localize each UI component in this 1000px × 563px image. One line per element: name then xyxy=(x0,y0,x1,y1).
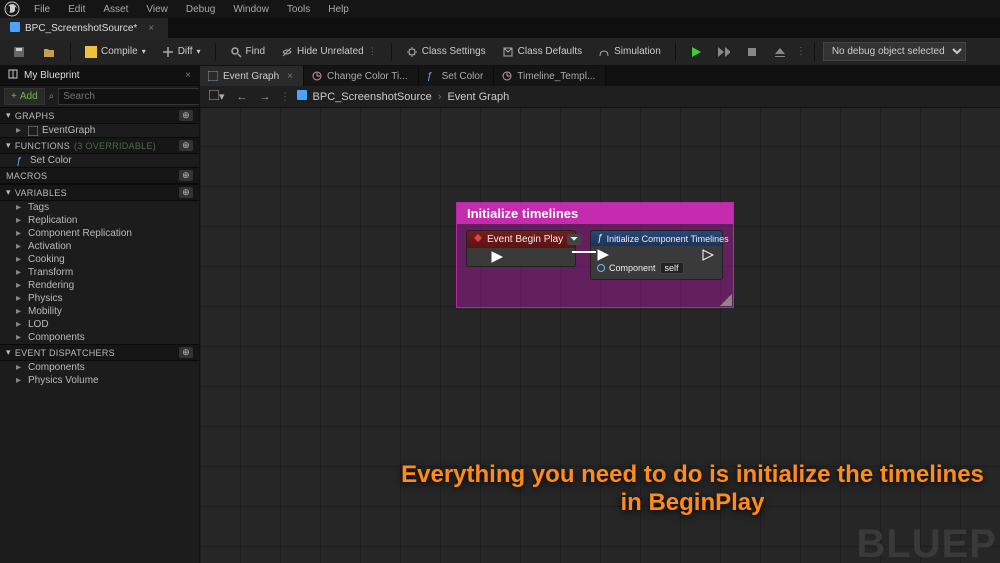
hide-unrelated-button[interactable]: Hide Unrelated ⋮ xyxy=(275,44,383,60)
menu-file[interactable]: File xyxy=(26,4,58,15)
comment-title[interactable]: Initialize timelines xyxy=(457,203,733,224)
nav-dropdown-icon[interactable]: ▾ xyxy=(206,90,228,103)
overlay-caption: Everything you need to do is initialize … xyxy=(395,461,990,517)
sidebar-item[interactable]: ▸LOD xyxy=(0,318,199,331)
save-button[interactable] xyxy=(6,43,32,61)
node-init-timelines[interactable]: ƒ Initialize Component Timelines Compone… xyxy=(590,230,723,280)
object-pin[interactable] xyxy=(597,264,605,272)
section-macros[interactable]: MACROS⊕ xyxy=(0,167,199,184)
exec-out-pin[interactable] xyxy=(702,249,712,259)
watermark: BLUEP xyxy=(856,522,997,563)
class-settings-button[interactable]: Class Settings xyxy=(400,44,492,60)
search-icon: ⌕ xyxy=(49,91,55,102)
menu-asset[interactable]: Asset xyxy=(95,4,136,15)
exec-out-pin[interactable] xyxy=(491,251,501,261)
node-title: Initialize Component Timelines xyxy=(607,234,729,244)
sidebar-item[interactable]: ƒSet Color xyxy=(0,154,199,167)
sidebar-item[interactable]: ▸Cooking xyxy=(0,253,199,266)
section-variables[interactable]: ▾VARIABLES⊕ xyxy=(0,184,199,201)
menu-edit[interactable]: Edit xyxy=(60,4,93,15)
canvas-tab-set-color[interactable]: ƒ Set Color xyxy=(419,66,495,86)
class-defaults-button[interactable]: Class Defaults xyxy=(496,44,588,60)
sidebar-item[interactable]: ▸Mobility xyxy=(0,305,199,318)
unreal-logo-icon xyxy=(4,1,20,17)
canvas-tab-timeline-templ[interactable]: Timeline_Templ... xyxy=(494,66,606,86)
sidebar-item[interactable]: ▸Activation xyxy=(0,240,199,253)
sidebar-title: My Blueprint xyxy=(24,70,80,81)
function-icon: ƒ xyxy=(597,233,603,244)
browse-button[interactable] xyxy=(36,43,62,61)
add-macro-icon[interactable]: ⊕ xyxy=(179,170,193,181)
exec-in-pin[interactable] xyxy=(597,249,607,259)
menu-bar: File Edit Asset View Debug Window Tools … xyxy=(0,0,1000,18)
menu-tools[interactable]: Tools xyxy=(279,4,318,15)
window-tab-title: BPC_ScreenshotSource* xyxy=(25,23,137,34)
menu-window[interactable]: Window xyxy=(225,4,277,15)
sidebar-item[interactable]: ▸Components xyxy=(0,331,199,344)
sidebar-item[interactable]: ▸Components xyxy=(0,361,199,374)
sidebar-item[interactable]: ▸Transform xyxy=(0,266,199,279)
canvas-tab-event-graph[interactable]: Event Graph × xyxy=(200,66,304,86)
sidebar-item[interactable]: ▸Component Replication xyxy=(0,227,199,240)
add-button[interactable]: +Add xyxy=(4,88,45,105)
blueprint-icon xyxy=(10,22,20,35)
debug-object-dropdown[interactable]: No debug object selected xyxy=(823,42,966,61)
close-icon[interactable]: × xyxy=(287,71,293,82)
add-graph-icon[interactable]: ⊕ xyxy=(179,110,193,121)
nav-forward-icon[interactable]: → xyxy=(257,91,274,103)
book-icon xyxy=(8,69,18,82)
node-title: Event Begin Play xyxy=(487,234,563,245)
graph-canvas[interactable]: Event Graph × Change Color Ti... ƒ Set C… xyxy=(200,66,1000,563)
timeline-icon xyxy=(312,71,322,81)
timeline-icon xyxy=(502,71,512,81)
canvas-tabbar: Event Graph × Change Color Ti... ƒ Set C… xyxy=(200,66,1000,86)
nav-back-icon[interactable]: ← xyxy=(234,91,251,103)
add-dispatcher-icon[interactable]: ⊕ xyxy=(179,347,193,358)
play-button[interactable] xyxy=(684,44,708,60)
sidebar-item[interactable]: ▸Physics xyxy=(0,292,199,305)
skip-button[interactable] xyxy=(712,44,736,60)
menu-help[interactable]: Help xyxy=(320,4,357,15)
section-graphs[interactable]: ▾GRAPHS⊕ xyxy=(0,107,199,124)
function-icon: ƒ xyxy=(16,156,26,166)
canvas-tab-change-color[interactable]: Change Color Ti... xyxy=(304,66,419,86)
sidebar-header[interactable]: My Blueprint × xyxy=(0,66,199,86)
diff-button[interactable]: Diff ▾ xyxy=(156,44,207,60)
sidebar-item[interactable]: ▸Rendering xyxy=(0,279,199,292)
simulation-button[interactable]: Simulation xyxy=(592,44,667,60)
search-input[interactable] xyxy=(58,88,200,105)
sidebar-item[interactable]: ▸Replication xyxy=(0,214,199,227)
blueprint-icon xyxy=(297,90,307,103)
sidebar: My Blueprint × +Add ⌕ ⚙ ▾GRAPHS⊕ ▸EventG… xyxy=(0,66,200,563)
close-icon[interactable]: × xyxy=(148,23,154,34)
find-button[interactable]: Find xyxy=(224,44,271,60)
main-area: My Blueprint × +Add ⌕ ⚙ ▾GRAPHS⊕ ▸EventG… xyxy=(0,66,1000,563)
add-variable-icon[interactable]: ⊕ xyxy=(179,187,193,198)
toolbar: Compile ▾ Diff ▾ Find Hide Unrelated ⋮ C… xyxy=(0,38,1000,66)
function-icon: ƒ xyxy=(427,71,437,81)
breadcrumb-leaf[interactable]: Event Graph xyxy=(447,91,509,103)
close-icon[interactable]: × xyxy=(185,70,191,81)
breadcrumb-root[interactable]: BPC_ScreenshotSource xyxy=(313,91,432,103)
section-event-dispatchers[interactable]: ▾EVENT DISPATCHERS⊕ xyxy=(0,344,199,361)
breadcrumb-bar: ▾ ← → ⋮ BPC_ScreenshotSource › Event Gra… xyxy=(200,86,1000,108)
menu-debug[interactable]: Debug xyxy=(178,4,223,15)
sidebar-item[interactable]: ▸Physics Volume xyxy=(0,374,199,387)
compile-button[interactable]: Compile ▾ xyxy=(79,44,152,60)
window-tab[interactable]: BPC_ScreenshotSource* × xyxy=(0,18,168,38)
resize-handle-icon[interactable] xyxy=(720,294,732,306)
sidebar-item[interactable]: ▸Tags xyxy=(0,201,199,214)
sidebar-add-row: +Add ⌕ ⚙ xyxy=(0,86,199,107)
node-event-begin-play[interactable]: Event Begin Play ⏷ xyxy=(466,230,576,267)
node-collapse-icon[interactable]: ⏷ xyxy=(567,234,581,245)
sidebar-item[interactable]: ▸EventGraph xyxy=(0,124,199,137)
add-function-icon[interactable]: ⊕ xyxy=(179,140,193,151)
window-tabbar: BPC_ScreenshotSource* × xyxy=(0,18,1000,38)
section-functions[interactable]: ▾FUNCTIONS(3 OVERRIDABLE)⊕ xyxy=(0,137,199,154)
eject-button[interactable] xyxy=(768,44,792,60)
stop-button[interactable] xyxy=(740,44,764,60)
menu-view[interactable]: View xyxy=(138,4,176,15)
graph-icon xyxy=(208,71,218,81)
event-icon xyxy=(473,233,483,246)
